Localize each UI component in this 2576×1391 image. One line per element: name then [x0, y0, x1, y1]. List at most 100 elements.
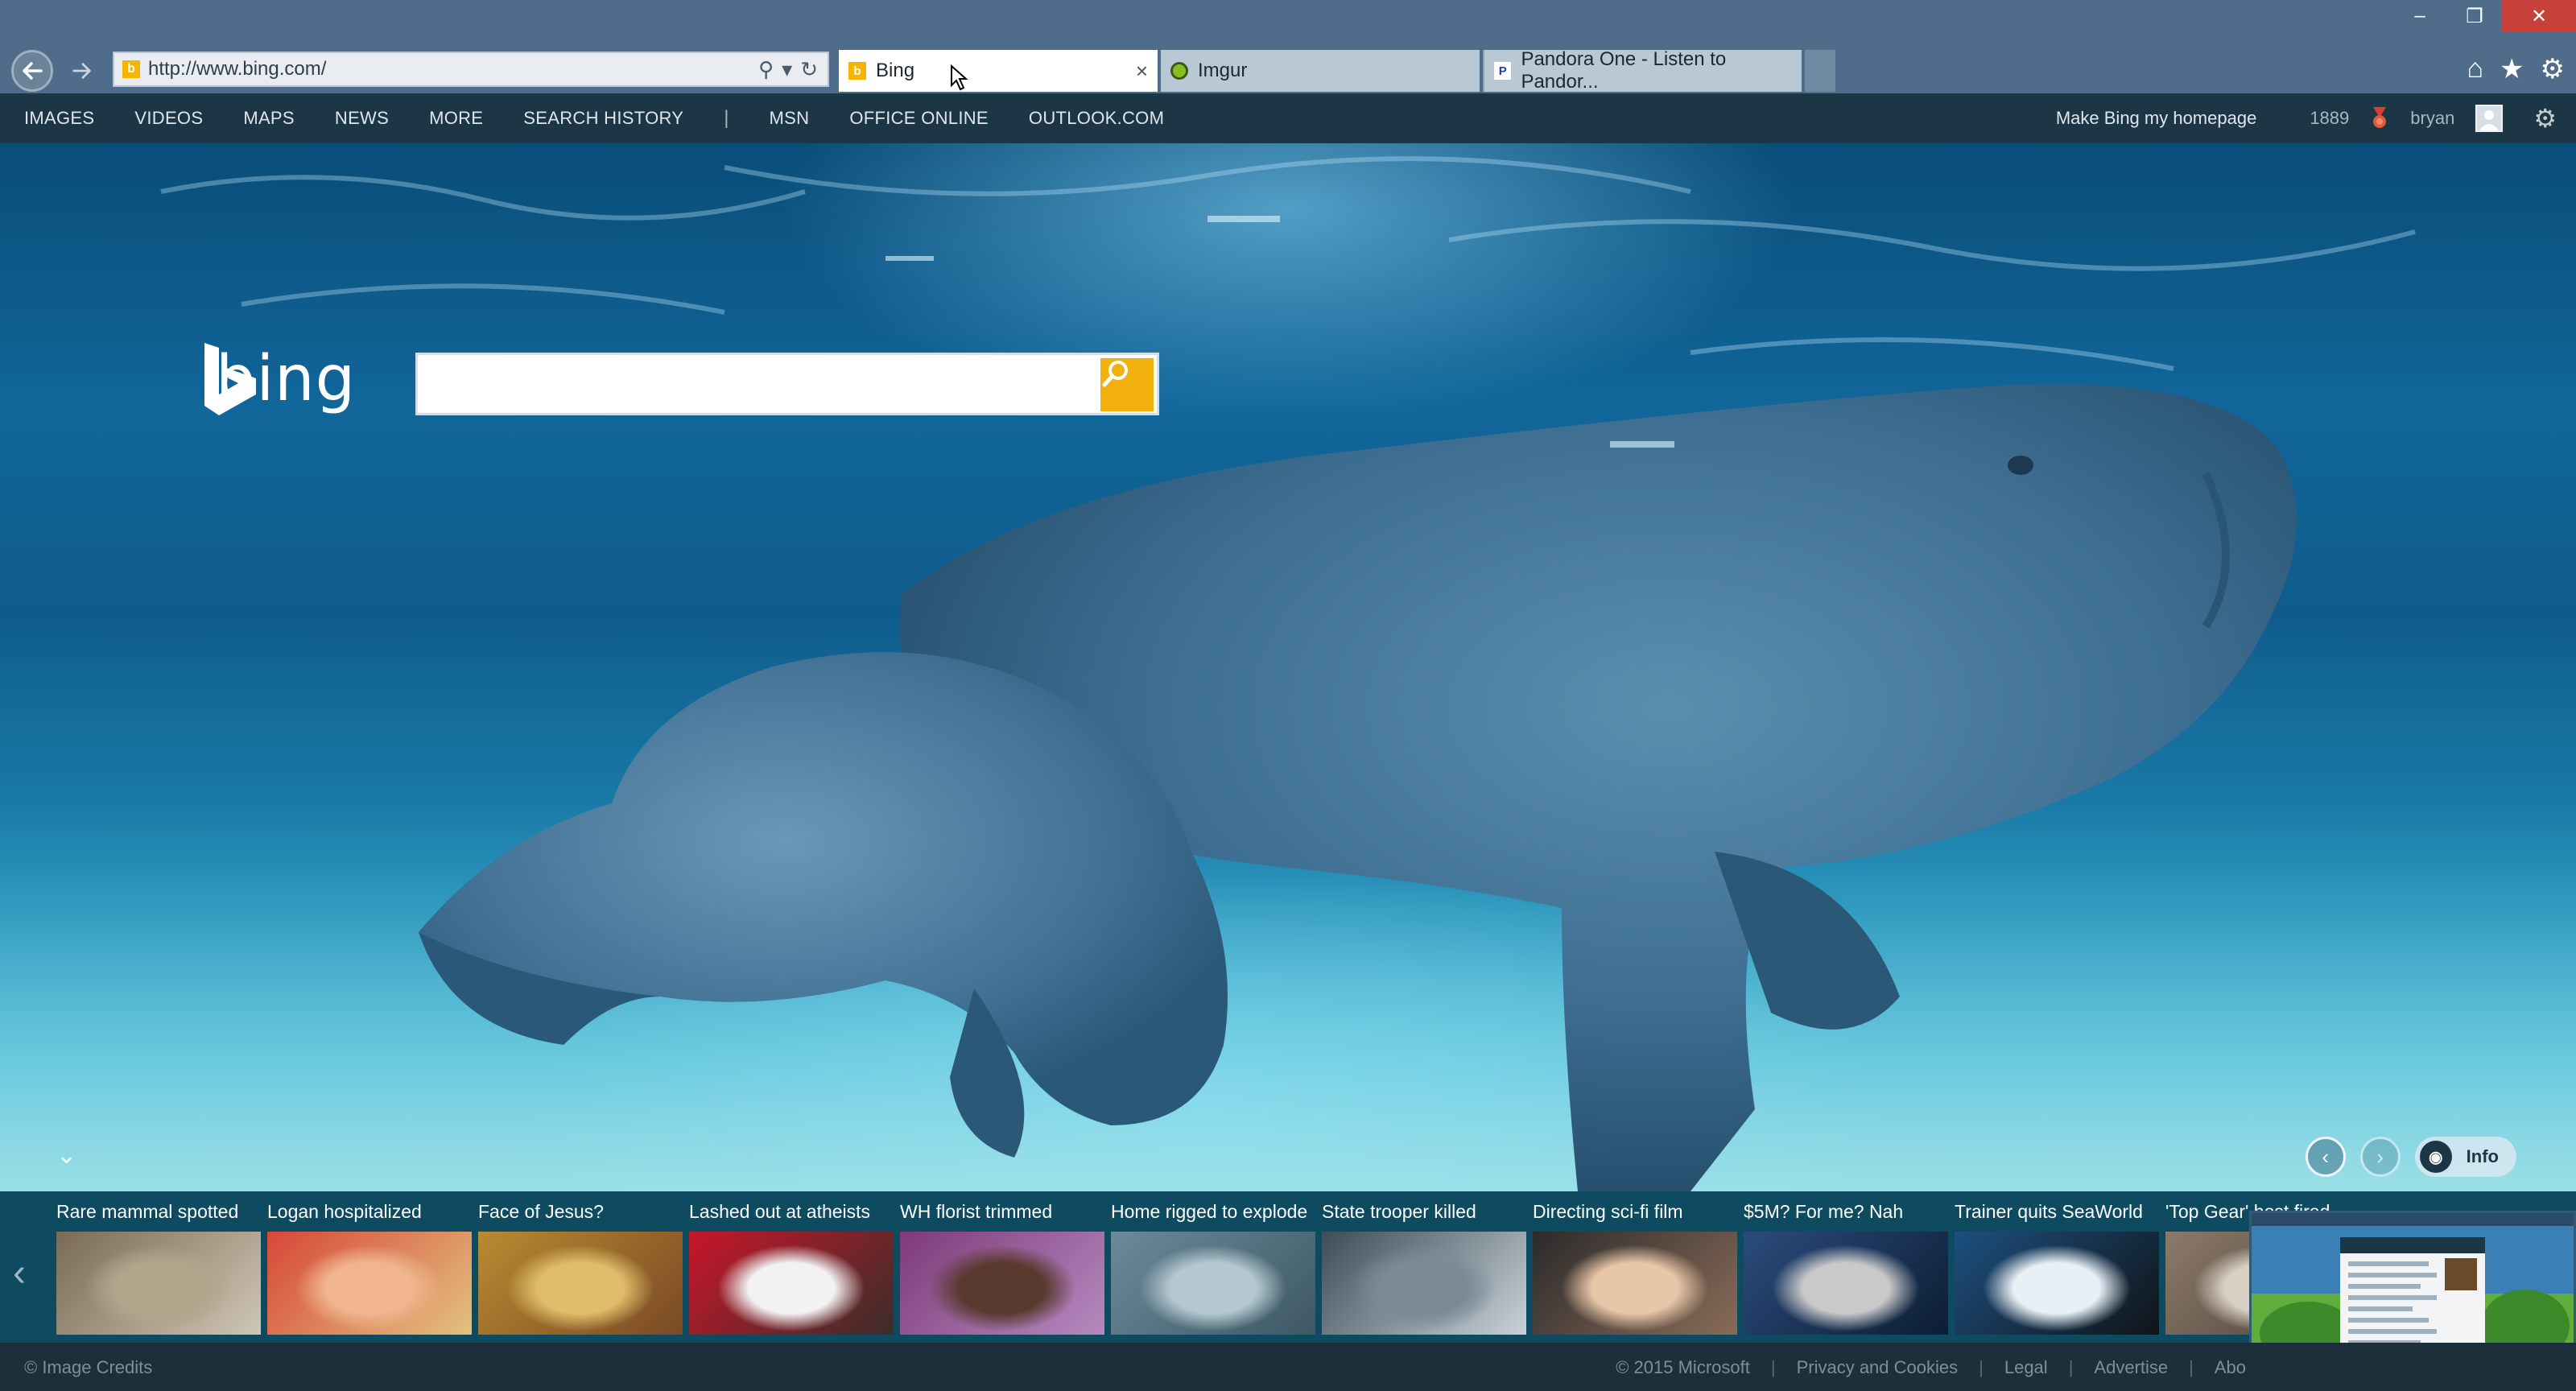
- gear-icon[interactable]: ⚙: [2541, 53, 2565, 85]
- nav-images[interactable]: IMAGES: [24, 108, 94, 129]
- nav-videos[interactable]: VIDEOS: [134, 108, 203, 129]
- news-item[interactable]: Logan hospitalized: [267, 1201, 473, 1335]
- home-icon[interactable]: ⌂: [2467, 53, 2483, 85]
- forward-button[interactable]: [64, 53, 100, 89]
- news-title[interactable]: $5M? For me? Nah: [1744, 1201, 1950, 1225]
- footer-divider: |: [1979, 1357, 1984, 1377]
- carousel-prev-icon[interactable]: ‹: [13, 1251, 26, 1295]
- image-credits-link[interactable]: © Image Credits: [24, 1357, 152, 1378]
- chevron-left-icon: ‹: [2322, 1144, 2329, 1169]
- tab-bing[interactable]: b Bing ×: [839, 50, 1158, 92]
- maximize-button[interactable]: ❐: [2447, 0, 2502, 32]
- news-title[interactable]: Directing sci-fi film: [1533, 1201, 1739, 1225]
- close-window-button[interactable]: ✕: [2502, 0, 2576, 32]
- arrow-left-icon: [23, 62, 43, 80]
- news-item[interactable]: WH florist trimmed: [900, 1201, 1106, 1335]
- previous-image-button[interactable]: ‹: [2305, 1137, 2346, 1177]
- bing-top-nav: IMAGES VIDEOS MAPS NEWS MORE SEARCH HIST…: [0, 93, 2576, 143]
- refresh-icon[interactable]: ↻: [800, 57, 818, 82]
- news-title[interactable]: Rare mammal spotted: [56, 1201, 262, 1225]
- footer-privacy-link[interactable]: Privacy and Cookies: [1797, 1357, 1959, 1378]
- search-icon[interactable]: ⚲: [758, 57, 774, 82]
- news-carousel: ‹ Rare mammal spotted Logan hospitalized F…: [0, 1191, 2576, 1343]
- imgur-favicon-icon: [1170, 62, 1188, 80]
- tab-label: Pandora One - Listen to Pandor...: [1521, 48, 1727, 93]
- nav-maps[interactable]: MAPS: [243, 108, 295, 129]
- news-title[interactable]: Home rigged to explode: [1111, 1201, 1317, 1225]
- search-input[interactable]: [429, 363, 1089, 407]
- news-thumbnail[interactable]: [1744, 1232, 1948, 1335]
- camera-icon: ◉: [2419, 1141, 2452, 1173]
- close-tab-icon[interactable]: ×: [1136, 59, 1148, 84]
- news-title[interactable]: Face of Jesus?: [478, 1201, 684, 1225]
- footer-advertise-link[interactable]: Advertise: [2094, 1357, 2168, 1378]
- news-title[interactable]: Logan hospitalized: [267, 1201, 473, 1225]
- news-item[interactable]: Trainer quits SeaWorld: [1955, 1201, 2161, 1335]
- nav-office-online[interactable]: OFFICE ONLINE: [849, 108, 989, 129]
- news-thumbnail[interactable]: [689, 1232, 894, 1335]
- news-item[interactable]: Rare mammal spotted: [56, 1201, 262, 1335]
- footer-divider: |: [2068, 1357, 2074, 1377]
- news-thumbnail[interactable]: [478, 1232, 683, 1335]
- news-item[interactable]: Lashed out at atheists: [689, 1201, 895, 1335]
- avatar[interactable]: [2475, 105, 2504, 132]
- hero-background: bing ⌄ ‹ › ◉ Info: [0, 143, 2576, 1191]
- next-image-button[interactable]: ›: [2359, 1137, 2401, 1177]
- news-item[interactable]: Directing sci-fi film: [1533, 1201, 1739, 1335]
- settings-gear-icon[interactable]: ⚙: [2533, 103, 2557, 134]
- expand-chevron-icon[interactable]: ⌄: [56, 1141, 76, 1170]
- news-item[interactable]: Home rigged to explode: [1111, 1201, 1317, 1335]
- nav-msn[interactable]: MSN: [770, 108, 810, 129]
- news-thumbnail[interactable]: [1955, 1232, 2159, 1335]
- news-title[interactable]: Lashed out at atheists: [689, 1201, 895, 1225]
- footer-legal-link[interactable]: Legal: [2004, 1357, 2048, 1378]
- tab-imgur[interactable]: Imgur: [1161, 50, 1480, 92]
- bing-favicon-icon: b: [122, 60, 140, 78]
- news-item[interactable]: $5M? For me? Nah: [1744, 1201, 1950, 1335]
- mouse-cursor-icon: [951, 64, 968, 91]
- make-homepage-link[interactable]: Make Bing my homepage: [2056, 108, 2256, 129]
- news-thumbnail[interactable]: [1322, 1232, 1526, 1335]
- news-thumbnail[interactable]: [1111, 1232, 1315, 1335]
- chevron-right-icon: ›: [2376, 1144, 2384, 1169]
- page-footer: © Image Credits © 2015 Microsoft | Priva…: [0, 1343, 2576, 1391]
- bing-logo[interactable]: bing: [203, 343, 356, 415]
- window-controls: ‒ ❐ ✕: [2392, 0, 2576, 32]
- nav-news[interactable]: NEWS: [335, 108, 389, 129]
- nav-more[interactable]: MORE: [429, 108, 483, 129]
- new-tab-button[interactable]: [1805, 50, 1835, 92]
- tab-label: Bing: [876, 60, 915, 81]
- info-label: Info: [2466, 1146, 2499, 1166]
- news-item[interactable]: Face of Jesus?: [478, 1201, 684, 1335]
- browser-chrome: ‒ ❐ ✕ b http://www.bing.com/ ⚲ ▾ ↻ b Bin…: [0, 0, 2576, 93]
- user-name[interactable]: bryan: [2410, 108, 2454, 129]
- news-title[interactable]: WH florist trimmed: [900, 1201, 1106, 1225]
- url-text[interactable]: http://www.bing.com/: [148, 58, 758, 80]
- news-thumbnail[interactable]: [1533, 1232, 1737, 1335]
- back-button[interactable]: [11, 50, 53, 92]
- tab-label: Imgur: [1198, 60, 1248, 81]
- news-title[interactable]: Trainer quits SeaWorld: [1955, 1201, 2161, 1225]
- news-thumbnail[interactable]: [900, 1232, 1104, 1335]
- news-thumbnail[interactable]: [267, 1232, 472, 1335]
- minimize-button[interactable]: ‒: [2392, 0, 2447, 32]
- nav-search-history[interactable]: SEARCH HISTORY: [523, 108, 683, 129]
- footer-about-link[interactable]: Abo: [2215, 1357, 2246, 1378]
- news-title[interactable]: State trooper killed: [1322, 1201, 1528, 1225]
- bing-logo-icon: [204, 343, 256, 415]
- rewards-count[interactable]: 1889: [2310, 108, 2349, 129]
- favorites-star-icon[interactable]: ★: [2500, 53, 2524, 85]
- chevron-down-icon[interactable]: ▾: [782, 57, 792, 82]
- search-button[interactable]: [1100, 358, 1154, 411]
- image-info-button[interactable]: ◉ Info: [2414, 1137, 2516, 1177]
- tab-pandora[interactable]: P Pandora One - Listen to Pandor...: [1483, 48, 1802, 93]
- news-item[interactable]: State trooper killed: [1322, 1201, 1528, 1335]
- nav-separator: |: [724, 107, 729, 129]
- nav-outlook[interactable]: OUTLOOK.COM: [1029, 108, 1164, 129]
- search-box[interactable]: [415, 353, 1159, 415]
- rewards-medal-icon[interactable]: [2370, 107, 2389, 130]
- arrow-right-icon: [72, 63, 91, 79]
- address-bar[interactable]: b http://www.bing.com/ ⚲ ▾ ↻: [113, 52, 829, 87]
- footer-divider: |: [1770, 1357, 1776, 1377]
- news-thumbnail[interactable]: [56, 1232, 261, 1335]
